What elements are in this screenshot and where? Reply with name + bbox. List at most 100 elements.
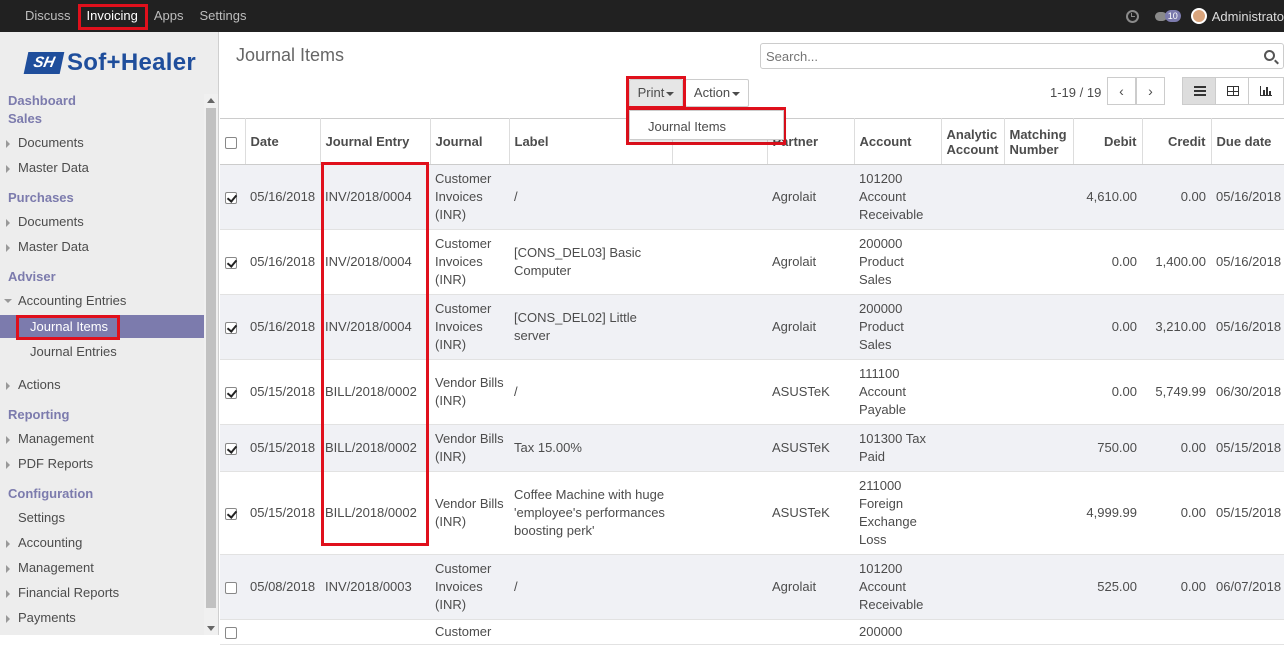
- sidebar-item-journal-entries[interactable]: Journal Entries: [30, 344, 117, 359]
- table-row[interactable]: 05/16/2018 INV/2018/0004 Customer Invoices…: [220, 164, 1284, 230]
- table-row[interactable]: 05/08/2018 INV/2018/0003 Customer Invoices…: [220, 554, 1284, 620]
- table-row[interactable]: 05/15/2018 BILL/2018/0002 Vendor Bills (IN…: [220, 359, 1284, 425]
- column-header-matching-number[interactable]: Matching Number: [1004, 118, 1074, 165]
- row-checkbox[interactable]: [225, 256, 237, 269]
- sidebar-item-payments[interactable]: Payments: [18, 610, 76, 625]
- row-checkbox[interactable]: [225, 626, 237, 639]
- date-cell: 05/08/2018: [245, 554, 320, 620]
- action-button[interactable]: Action: [685, 79, 749, 107]
- label-cell: /: [509, 164, 672, 230]
- sidebar-item-accounting-entries[interactable]: Accounting Entries: [18, 293, 126, 308]
- sidebar-section-dashboard[interactable]: Dashboard: [8, 93, 76, 108]
- account-cell: 101300 Tax Paid: [854, 424, 941, 472]
- nav-discuss[interactable]: Discuss: [0, 0, 79, 32]
- row-checkbox[interactable]: [225, 321, 237, 334]
- nav-apps[interactable]: Apps: [146, 0, 192, 32]
- search-icon[interactable]: [1264, 50, 1275, 61]
- pager-next-button[interactable]: ›: [1136, 77, 1165, 105]
- label-cell: Tax 15.00%: [509, 424, 672, 472]
- matching-number-cell: [1004, 164, 1073, 230]
- column-header-journal[interactable]: Journal: [430, 118, 510, 165]
- due-date-cell: 06/30/2018: [1211, 359, 1284, 425]
- debit-cell: 0.00: [1073, 294, 1142, 360]
- sidebar-item-settings[interactable]: Settings: [18, 510, 65, 525]
- label-cell: Coffee Machine with huge 'employee's per…: [509, 471, 672, 555]
- label-cell: [CONS_DEL02] Little server: [509, 294, 672, 360]
- row-checkbox[interactable]: [225, 386, 237, 399]
- graph-view-button[interactable]: [1248, 77, 1284, 105]
- reference-cell: [672, 359, 767, 425]
- journal-cell: Vendor Bills (INR): [430, 359, 509, 425]
- column-header-credit[interactable]: Credit: [1142, 118, 1212, 165]
- label-cell: /: [509, 359, 672, 425]
- row-checkbox[interactable]: [225, 507, 237, 520]
- sidebar-item-management[interactable]: Management: [18, 431, 94, 446]
- column-header-debit[interactable]: Debit: [1073, 118, 1143, 165]
- sidebar-item-sales-documents[interactable]: Documents: [18, 135, 84, 150]
- journal-entry-cell: BILL/2018/0002: [320, 471, 430, 555]
- scrollbar-thumb[interactable]: [206, 108, 216, 608]
- reference-cell: [672, 424, 767, 472]
- row-checkbox[interactable]: [225, 191, 237, 204]
- due-date-cell: 06/07/2018: [1211, 554, 1284, 620]
- sidebar-item-journal-items[interactable]: Journal Items: [0, 315, 204, 338]
- caret-down-icon: [666, 91, 675, 96]
- sidebar-item-config-management[interactable]: Management: [18, 560, 94, 575]
- pager-previous-button[interactable]: ‹: [1107, 77, 1136, 105]
- reference-cell: [672, 619, 767, 645]
- sidebar-item-sales-master-data[interactable]: Master Data: [18, 160, 89, 175]
- table-row[interactable]: 05/15/2018 BILL/2018/0002 Vendor Bills (IN…: [220, 424, 1284, 472]
- row-checkbox[interactable]: [225, 442, 237, 455]
- list-view-button[interactable]: [1182, 77, 1216, 105]
- table-row[interactable]: Customer 200000: [220, 619, 1284, 645]
- journal-entry-cell: INV/2018/0004: [320, 164, 430, 230]
- sidebar: SH Sof+Healer Dashboard Sales Documents …: [0, 32, 219, 635]
- user-menu[interactable]: Administrato: [1212, 9, 1284, 24]
- messages-button[interactable]: 10: [1154, 10, 1181, 22]
- column-header-account[interactable]: Account: [854, 118, 942, 165]
- scroll-up-icon[interactable]: [207, 98, 215, 103]
- column-header-date[interactable]: Date: [245, 118, 321, 165]
- sidebar-item-pdf-reports[interactable]: PDF Reports: [18, 456, 93, 471]
- print-button[interactable]: Print: [629, 79, 683, 107]
- row-select-cell: [220, 229, 245, 295]
- matching-number-cell: [1004, 554, 1073, 620]
- journal-cell: Customer Invoices (INR): [430, 229, 509, 295]
- table-row[interactable]: 05/16/2018 INV/2018/0004 Customer Invoices…: [220, 229, 1284, 295]
- avatar[interactable]: [1190, 8, 1207, 24]
- pager-value[interactable]: 1-19 / 19: [1050, 85, 1101, 100]
- partner-cell: ASUSTeK: [767, 359, 854, 425]
- journal-entry-cell: BILL/2018/0002: [320, 359, 430, 425]
- main-content: Journal Items Print Action 1-19 / 19 ‹ ›…: [220, 32, 1284, 645]
- dropdown-item-journal-items[interactable]: Journal Items: [648, 119, 726, 134]
- reference-cell: [672, 229, 767, 295]
- row-select-cell: [220, 359, 245, 425]
- sidebar-item-purchases-documents[interactable]: Documents: [18, 214, 84, 229]
- table-row[interactable]: 05/15/2018 BILL/2018/0002 Vendor Bills (IN…: [220, 471, 1284, 555]
- sidebar-item-actions[interactable]: Actions: [18, 377, 61, 392]
- row-checkbox[interactable]: [225, 581, 237, 594]
- sidebar-item-label: Journal Items: [30, 319, 109, 334]
- partner-cell: Agrolait: [767, 229, 854, 295]
- select-all-checkbox[interactable]: [225, 136, 237, 149]
- row-select-cell: [220, 554, 245, 620]
- scroll-down-icon[interactable]: [207, 626, 215, 631]
- clock-icon[interactable]: [1125, 9, 1139, 23]
- expand-arrow-icon: [6, 590, 10, 598]
- sidebar-item-accounting[interactable]: Accounting: [18, 535, 82, 550]
- analytic-account-cell: [941, 471, 1004, 555]
- column-header-analytic-account[interactable]: Analytic Account: [941, 118, 1005, 165]
- pivot-view-button[interactable]: [1215, 77, 1249, 105]
- sidebar-scrollbar[interactable]: [204, 94, 218, 635]
- sidebar-item-purchases-master-data[interactable]: Master Data: [18, 239, 89, 254]
- date-cell: 05/16/2018: [245, 229, 320, 295]
- nav-invoicing[interactable]: Invoicing: [79, 0, 146, 32]
- table-row[interactable]: 05/16/2018 INV/2018/0004 Customer Invoices…: [220, 294, 1284, 360]
- nav-settings[interactable]: Settings: [191, 0, 254, 32]
- search-input[interactable]: [761, 44, 1251, 68]
- column-header-due-date[interactable]: Due date: [1211, 118, 1284, 165]
- column-header-journal-entry[interactable]: Journal Entry: [320, 118, 431, 165]
- sidebar-item-financial-reports[interactable]: Financial Reports: [18, 585, 119, 600]
- analytic-account-cell: [941, 229, 1004, 295]
- due-date-cell: 05/16/2018: [1211, 229, 1284, 295]
